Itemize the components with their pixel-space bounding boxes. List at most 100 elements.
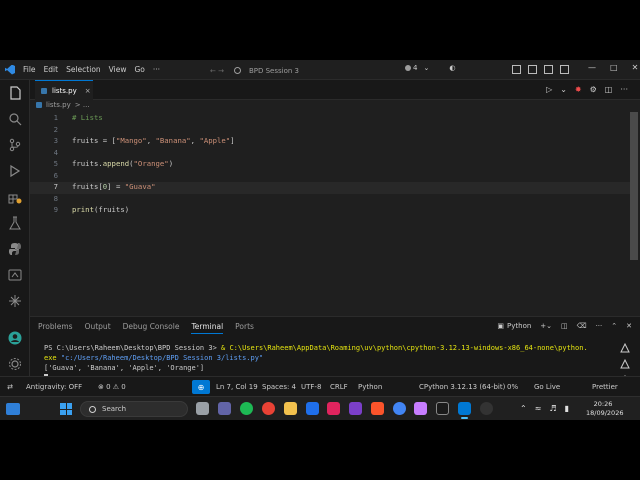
language-mode[interactable]: Python [358, 383, 382, 391]
code-editor[interactable]: 1 # Lists 2 3 fruits = ["Mango", "Banana",… [30, 113, 630, 308]
tab-output[interactable]: Output [85, 322, 111, 334]
editor-tab-bar: lists.py × ▷ ⌄ ✸ ⚙ ◫ ··· [30, 80, 640, 100]
windows-taskbar: Search ⌃ ≈ ♬ ▮ 20:26 18/09/2026 [0, 396, 640, 420]
terminal-path: "c:/Users/Raheem/Desktop/BPD Session 3/l… [60, 354, 264, 362]
settings-gear-icon[interactable] [8, 356, 22, 370]
chevron-down-icon[interactable]: ⌄ [423, 64, 429, 72]
maximize-panel-icon[interactable]: ⌃ [611, 322, 617, 330]
encoding[interactable]: UTF-8 [301, 383, 321, 391]
chrome-profile-icon[interactable] [393, 402, 406, 415]
line-endings[interactable]: CRLF [330, 383, 348, 391]
more-actions-icon[interactable]: ··· [620, 85, 628, 94]
tab-debug-console[interactable]: Debug Console [123, 322, 180, 334]
prettier-status[interactable]: Prettier [592, 383, 618, 391]
testing-icon[interactable] [8, 215, 22, 230]
app-icon[interactable] [480, 402, 493, 415]
tab-label: lists.py [52, 86, 77, 95]
close-icon[interactable]: ✕ [632, 63, 639, 72]
customize-layout-icon[interactable] [560, 65, 569, 74]
nav-arrows-icon[interactable]: ← → [210, 67, 224, 75]
editor-scrollbar[interactable] [630, 112, 638, 260]
explorer-icon[interactable] [8, 85, 22, 100]
indentation[interactable]: Spaces: 4 [262, 383, 296, 391]
debug-icon[interactable]: ✸ [575, 85, 582, 94]
wifi-icon[interactable]: ≈ [535, 404, 542, 413]
line-number: 8 [53, 193, 58, 203]
tab-lists-py[interactable]: lists.py × [35, 80, 93, 100]
tab-ports[interactable]: Ports [235, 322, 254, 334]
remote-icon[interactable]: ⇄ [0, 377, 20, 397]
task-view-icon[interactable] [196, 402, 209, 415]
shell-label[interactable]: Python [507, 322, 531, 330]
chevron-up-icon[interactable]: ⌃ [520, 404, 527, 413]
account-icon[interactable]: ◐ [449, 64, 455, 72]
menu-edit[interactable]: Edit [44, 65, 59, 74]
toggle-panel-icon[interactable] [528, 65, 537, 74]
antigravity-status[interactable]: Antigravity: OFF [26, 383, 82, 391]
toggle-secondary-sidebar-icon[interactable] [544, 65, 553, 74]
menu-go[interactable]: Go [134, 65, 144, 74]
copilot-area[interactable]: 4 ⌄ ◐ [405, 64, 455, 72]
maximize-icon[interactable]: □ [610, 63, 618, 72]
vscode-taskbar-icon[interactable] [458, 402, 471, 419]
store-icon[interactable] [306, 402, 319, 415]
split-editor-icon[interactable]: ◫ [605, 85, 613, 94]
widgets-icon[interactable] [6, 403, 20, 415]
menu-selection[interactable]: Selection [66, 65, 101, 74]
clock[interactable]: 20:26 18/09/2026 [586, 400, 623, 418]
warning-icon[interactable] [620, 338, 630, 353]
cursor-position[interactable]: Ln 7, Col 19 [216, 383, 258, 391]
source-control-icon[interactable] [8, 137, 22, 152]
instagram-icon[interactable] [327, 402, 340, 415]
breadcrumb-more[interactable]: > ... [75, 101, 90, 109]
trash-icon[interactable]: ⌫ [577, 322, 587, 330]
split-terminal-icon[interactable]: ◫ [561, 322, 568, 330]
run-python-icon[interactable]: ▷ [546, 85, 552, 94]
python-interpreter[interactable]: CPython 3.12.13 (64-bit) [419, 383, 505, 391]
chevron-down-icon[interactable]: ⌄ [560, 85, 567, 94]
volume-icon[interactable]: ♬ [549, 404, 556, 413]
python-icon[interactable] [8, 241, 22, 255]
breadcrumb-file[interactable]: lists.py [46, 101, 71, 109]
battery-icon[interactable]: ▮ [565, 404, 569, 413]
terminal-app-icon[interactable] [436, 402, 449, 415]
percent-status[interactable]: 0% [507, 383, 518, 391]
code-line-active: 7 fruits[0] = "Guava" [30, 182, 630, 194]
search-icon[interactable] [8, 111, 22, 126]
run-debug-icon[interactable] [8, 163, 22, 178]
menu-more[interactable]: ··· [153, 65, 160, 74]
tab-problems[interactable]: Problems [38, 322, 73, 334]
spotify-icon[interactable] [240, 402, 253, 415]
tab-terminal[interactable]: Terminal [191, 322, 224, 334]
teams-icon[interactable] [218, 402, 231, 415]
extensions-icon[interactable] [8, 189, 22, 204]
toggle-sidebar-icon[interactable] [512, 65, 521, 74]
line-number: 4 [53, 147, 58, 157]
code-text: fruits[0] = "Guava" [72, 182, 156, 191]
close-panel-icon[interactable]: ✕ [626, 322, 632, 330]
warning-icon[interactable] [620, 354, 630, 369]
gear-icon[interactable]: ⚙ [590, 85, 597, 94]
brave-icon[interactable] [371, 402, 384, 415]
menu-file[interactable]: File [23, 65, 36, 74]
copilot-badge[interactable]: 4 [405, 64, 417, 72]
command-center[interactable]: ← → BPD Session 3 [210, 64, 400, 77]
app-icon[interactable] [414, 402, 427, 415]
start-button[interactable] [60, 403, 72, 415]
go-live-button[interactable]: Go Live [534, 383, 560, 391]
chrome-icon[interactable] [262, 402, 275, 415]
file-explorer-icon[interactable] [284, 402, 297, 415]
antigravity-icon[interactable] [8, 293, 22, 307]
menu-view[interactable]: View [109, 65, 127, 74]
app-icon[interactable] [349, 402, 362, 415]
taskbar-search[interactable]: Search [80, 401, 188, 417]
close-tab-icon[interactable]: × [85, 87, 91, 95]
more-actions-icon[interactable]: ··· [596, 322, 603, 330]
new-terminal-icon[interactable]: +⌄ [540, 322, 552, 330]
terminal-command-cont: exe [44, 354, 61, 362]
problems-status[interactable]: ⊗ 0 ⚠ 0 [98, 383, 126, 391]
zoom-icon[interactable]: ⊕ [192, 380, 210, 394]
minimize-icon[interactable]: — [588, 63, 596, 72]
avatar[interactable] [8, 330, 22, 345]
remote-explorer-icon[interactable] [8, 267, 22, 281]
